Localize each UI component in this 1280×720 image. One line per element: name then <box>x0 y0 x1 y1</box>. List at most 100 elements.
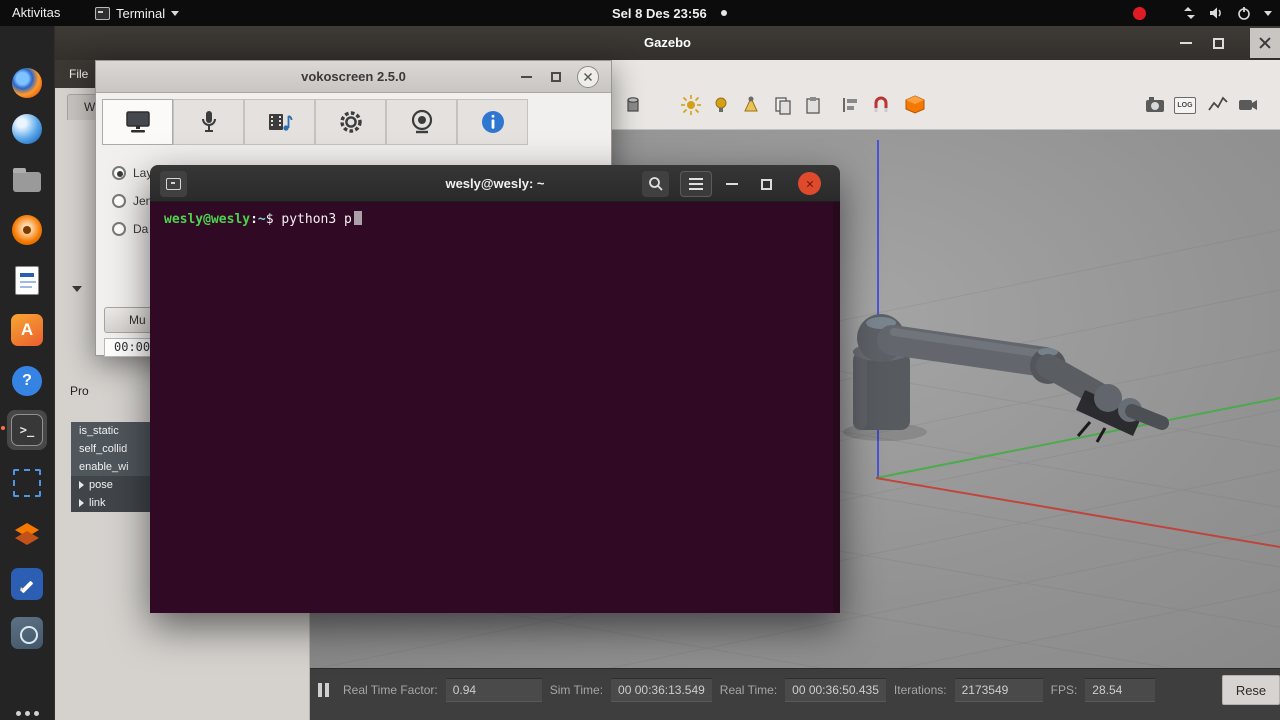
tree-expander-open-icon[interactable] <box>72 286 82 292</box>
close-icon <box>1258 36 1272 50</box>
recording-indicator-icon[interactable] <box>1133 7 1146 20</box>
vokoscreen-titlebar[interactable]: vokoscreen 2.5.0 <box>96 61 611 93</box>
chevron-down-icon <box>1264 10 1272 16</box>
screenshot-camera-icon[interactable] <box>1142 92 1168 118</box>
minimize-icon <box>726 183 738 185</box>
dock-help[interactable]: ? <box>7 361 47 401</box>
dock-ubuntu-software[interactable]: A <box>7 310 47 350</box>
paste-icon[interactable] <box>800 92 826 118</box>
sim-time-label: Sim Time: <box>549 683 604 697</box>
maximize-icon <box>551 72 561 82</box>
system-status-area[interactable] <box>1182 0 1272 26</box>
top-panel: Aktivitas Terminal Sel 8 Des 23:56 <box>0 0 1280 26</box>
tab-screen[interactable] <box>102 99 173 145</box>
log-icon[interactable]: LOG <box>1172 92 1198 118</box>
webcam-icon <box>411 109 432 134</box>
dock-pen-tool[interactable] <box>7 564 47 604</box>
prompt-path: ~ <box>257 212 266 227</box>
dock-web-app[interactable] <box>7 109 47 149</box>
radio-area-label: Da <box>133 222 149 236</box>
dock-screenshot[interactable] <box>7 613 47 653</box>
copy-icon[interactable] <box>770 92 796 118</box>
tab-settings[interactable] <box>315 99 386 145</box>
real-time-value: 00 00:36:50.435 <box>785 678 886 702</box>
prompt-separator: : <box>250 212 258 227</box>
gazebo-titlebar[interactable]: Gazebo <box>55 26 1280 60</box>
insert-model-icon[interactable] <box>902 92 928 118</box>
writer-document-icon <box>15 265 39 295</box>
terminal-minimize-button[interactable] <box>721 171 743 197</box>
radio-fullscreen[interactable] <box>112 166 126 180</box>
activities-button[interactable]: Aktivitas <box>12 0 60 26</box>
radio-window[interactable] <box>112 194 126 208</box>
vokoscreen-minimize-button[interactable] <box>515 66 537 88</box>
vokoscreen-maximize-button[interactable] <box>545 66 567 88</box>
search-button[interactable] <box>642 171 669 197</box>
film-music-icon <box>268 114 292 131</box>
dock-terminal[interactable]: >_ <box>1 410 47 450</box>
iterations-value: 2173549 <box>954 678 1043 702</box>
prompt-command: $ python3 p <box>265 212 352 227</box>
point-light-icon[interactable] <box>708 92 734 118</box>
clock-button[interactable]: Sel 8 Des 23:56 <box>612 0 727 26</box>
tree-expander-closed-icon <box>79 499 84 507</box>
terminal-app-icon <box>95 6 110 20</box>
sun-light-icon[interactable] <box>678 92 704 118</box>
record-video-icon[interactable] <box>1235 92 1261 118</box>
terminal-titlebar[interactable]: wesly@wesly: ~ <box>150 165 840 202</box>
notification-dot-icon <box>720 10 727 16</box>
tab-webcam[interactable] <box>386 99 457 145</box>
dock-orange-tool[interactable] <box>7 514 47 554</box>
web-sphere-icon <box>12 114 42 144</box>
search-icon <box>648 177 663 191</box>
orange-ribbon-icon <box>15 523 39 545</box>
pause-button[interactable] <box>318 683 329 697</box>
tab-info[interactable] <box>457 99 528 145</box>
dock-region-select[interactable] <box>7 463 47 503</box>
app-menu-label: Terminal <box>116 5 166 21</box>
maximize-icon <box>1212 37 1224 49</box>
volume-icon <box>1210 7 1221 19</box>
terminal-maximize-button[interactable] <box>755 171 777 197</box>
chevron-down-icon <box>171 10 180 16</box>
tab-microphone[interactable] <box>173 99 244 145</box>
dock-app-grid[interactable] <box>7 702 47 720</box>
reset-button[interactable]: Rese <box>1222 675 1280 705</box>
app-menu[interactable]: Terminal <box>95 0 180 26</box>
firefox-icon <box>12 68 42 98</box>
spot-light-icon[interactable] <box>738 92 764 118</box>
fps-label: FPS: <box>1050 683 1078 697</box>
fps-value: 28.54 <box>1085 678 1156 702</box>
gazebo-maximize-button[interactable] <box>1206 31 1230 55</box>
gazebo-window-title: Gazebo <box>644 35 691 50</box>
dock-firefox[interactable] <box>7 63 47 103</box>
tab-video-audio[interactable] <box>244 99 315 145</box>
help-icon: ? <box>12 366 42 396</box>
minimize-icon <box>1180 42 1192 44</box>
gazebo-close-button[interactable] <box>1250 28 1280 58</box>
dock-files[interactable] <box>7 159 47 199</box>
terminal-body[interactable]: wesly@wesly:~$ python3 p <box>150 202 840 613</box>
prompt-user-host: wesly@wesly <box>164 212 251 227</box>
snap-icon[interactable] <box>868 92 894 118</box>
gazebo-minimize-button[interactable] <box>1174 31 1198 55</box>
ubuntu-software-icon: A <box>11 314 43 346</box>
menu-button[interactable] <box>680 171 712 197</box>
dock-media-player[interactable] <box>7 210 47 250</box>
robot-arm[interactable] <box>843 314 1169 443</box>
align-icon[interactable] <box>838 92 864 118</box>
power-icon <box>1238 7 1250 20</box>
network-icon <box>1184 7 1195 19</box>
microphone-icon <box>201 111 216 132</box>
terminal-scrollbar[interactable] <box>833 202 840 613</box>
radio-area[interactable] <box>112 222 126 236</box>
terminal-close-button[interactable] <box>798 172 821 195</box>
dock-writer[interactable] <box>7 260 47 300</box>
cylinder-shape-icon[interactable] <box>620 92 646 118</box>
text-cursor <box>353 211 362 225</box>
x-axis-red <box>875 477 1280 548</box>
plot-icon[interactable] <box>1205 92 1231 118</box>
region-select-icon <box>13 469 41 497</box>
vokoscreen-close-button[interactable] <box>577 66 599 88</box>
maximize-icon <box>760 178 772 190</box>
